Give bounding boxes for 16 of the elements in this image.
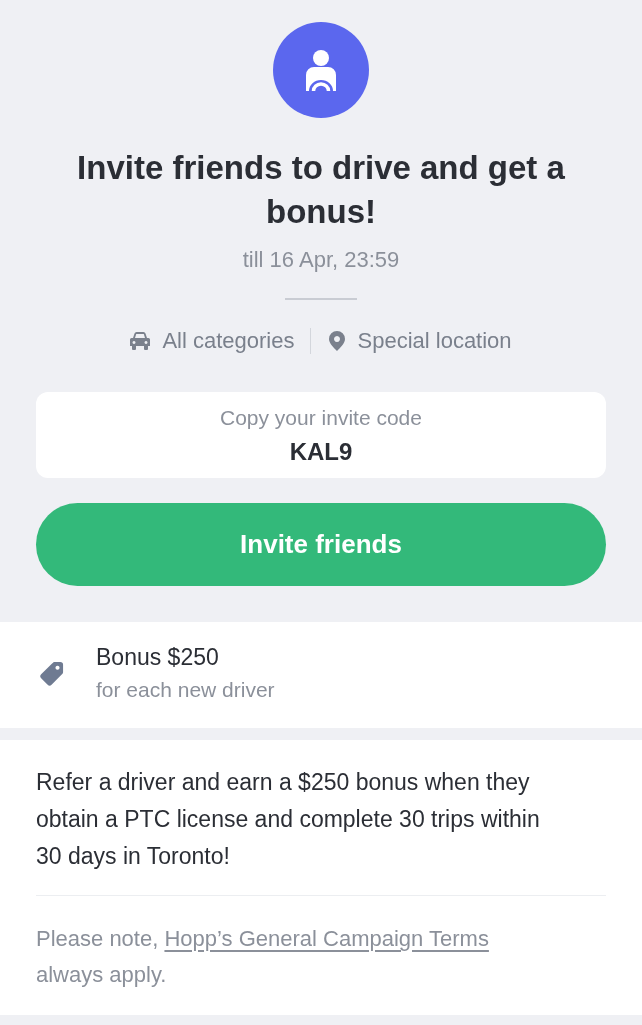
invite-friends-button[interactable]: Invite friends	[36, 503, 606, 586]
price-tag-icon	[38, 659, 64, 688]
location-pin-icon	[329, 331, 346, 351]
deadline-text: till 16 Apr, 23:59	[242, 246, 400, 274]
bonus-title: Bonus $250	[96, 643, 220, 672]
promo-title: Invite friends to drive and get a bonus!	[76, 148, 566, 232]
copy-code-label: Copy your invite code	[220, 405, 422, 431]
bonus-subtitle: for each new driver	[96, 677, 275, 703]
car-icon	[130, 332, 151, 350]
invite-code[interactable]: KAL9	[289, 437, 353, 467]
tag-label: All categories	[162, 327, 295, 355]
terms-note: Please note, Hopp’s General Campaign Terms always apply.	[36, 925, 490, 989]
description-paragraph: Refer a driver and earn a $250 bonus when they obtain a PTC license and complete 30 trips within 30 days in Toronto!	[36, 768, 541, 871]
driver-icon	[273, 22, 369, 118]
tag-label: Special location	[357, 327, 512, 355]
campaign-terms-link[interactable]: Hopp’s General Campaign Terms	[164, 926, 489, 951]
